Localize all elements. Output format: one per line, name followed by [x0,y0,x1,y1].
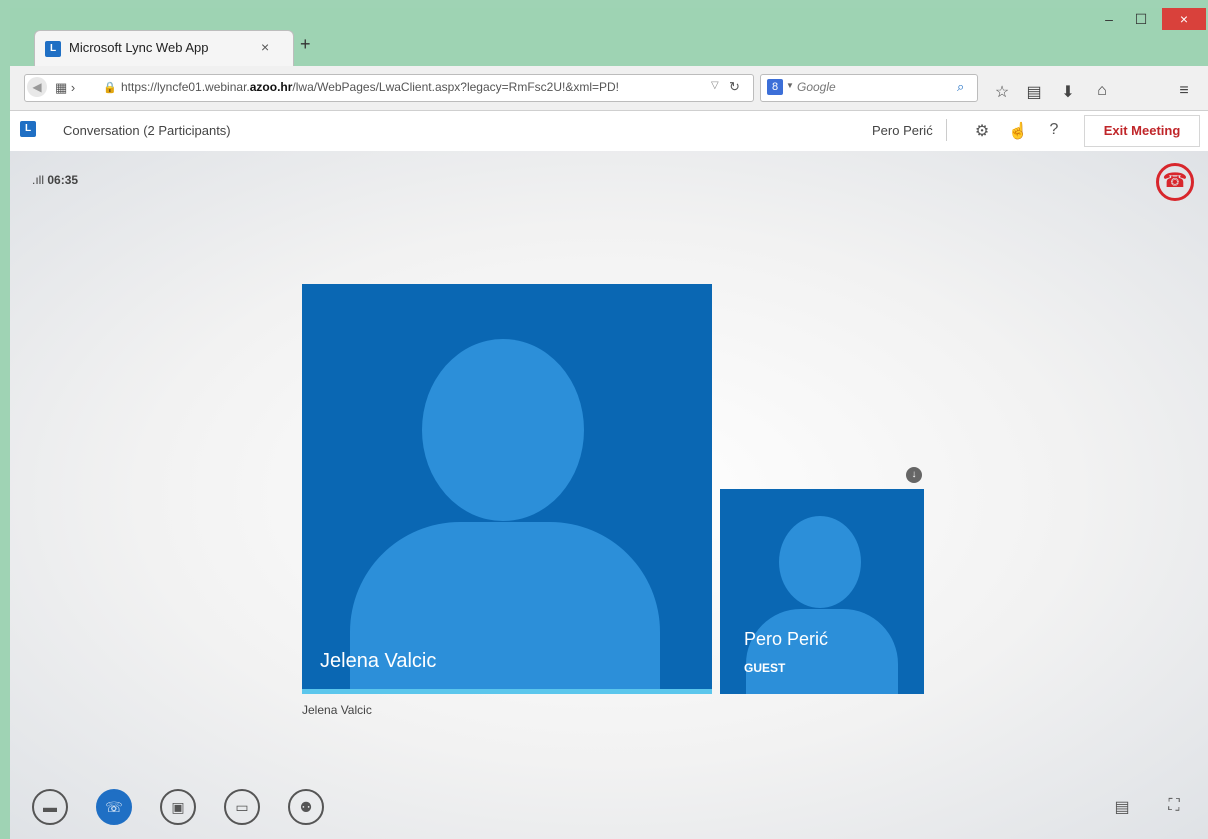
call-timer: 06:35 [47,173,79,187]
header-divider [946,119,947,141]
pin-down-icon[interactable]: ↓ [906,467,922,483]
window-close-button[interactable]: × [1162,8,1206,30]
menu-icon[interactable]: ≡ [1172,82,1196,100]
user-name[interactable]: Pero Perić [872,123,933,138]
present-button[interactable]: ▭ [224,789,260,825]
participant-tile-self[interactable]: Pero Perić GUEST [720,489,924,694]
im-button[interactable]: ▬ [32,789,68,825]
download-icon[interactable]: ⬇ [1056,82,1080,102]
new-tab-button[interactable]: + [300,34,311,55]
participants-button[interactable]: ⚉ [288,789,324,825]
tab-title: Microsoft Lync Web App [69,40,209,55]
participant-tile-main[interactable]: Jelena Valcic [302,284,712,694]
participant-role: GUEST [744,661,786,675]
lync-favicon-icon: L [45,41,61,57]
audio-mute-button[interactable]: ☏ [96,789,132,825]
exit-meeting-button[interactable]: Exit Meeting [1084,115,1200,147]
participant-name: Pero Perić [744,629,829,649]
app-header: L Conversation (2 Participants) Pero Per… [10,111,1208,151]
engine-dropdown-icon[interactable]: ▼ [786,81,794,90]
search-box[interactable]: 8 ▼ Google ⌕ [760,74,978,102]
meeting-stage: .ıll 06:35 ☎ Jelena Valcic Jelena Valcic… [10,151,1208,839]
url-dropdown-icon[interactable]: ▽ [711,80,719,91]
avatar-head [422,339,584,521]
site-identity-icon[interactable]: ▦ › [55,80,75,96]
reading-list-icon[interactable]: ▤ [1022,82,1046,102]
search-placeholder: Google [797,80,836,94]
back-arrow-icon[interactable]: ◀ [27,77,47,97]
participant-name: Jelena Valcic [320,650,437,672]
active-speaker-caption: Jelena Valcic [302,703,372,717]
window-maximize-button[interactable]: ☐ [1128,8,1154,30]
lync-logo-icon: L [20,121,36,137]
video-button[interactable]: ▣ [160,789,196,825]
google-engine-icon[interactable]: 8 [767,79,783,95]
phone-hangup-icon[interactable]: ☎ [1156,163,1194,201]
url-text[interactable]: https://lyncfe01.webinar.azoo.hr/lwa/Web… [121,80,619,94]
url-bar[interactable]: ◀ ▦ › 🔒 https://lyncfe01.webinar.azoo.hr… [24,74,754,102]
fullscreen-icon[interactable]: ⛶ [1162,797,1186,815]
browser-window: L Microsoft Lync Web App × + – ☐ × ◀ ▦ ›… [10,8,1208,839]
call-status: .ıll 06:35 [32,173,78,187]
layout-icon[interactable]: ▤ [1110,797,1134,817]
browser-tab[interactable]: L Microsoft Lync Web App × [34,30,294,67]
reload-icon[interactable]: ↻ [729,79,740,95]
tab-close-icon[interactable]: × [261,39,269,55]
conversation-title: Conversation (2 Participants) [63,123,231,138]
bookmark-star-icon[interactable]: ☆ [990,82,1014,102]
avatar-head [779,516,861,608]
window-minimize-button[interactable]: – [1096,8,1122,30]
search-icon[interactable]: ⌕ [957,79,964,95]
touch-mode-icon[interactable]: ☝ [1007,121,1029,141]
home-icon[interactable]: ⌂ [1090,82,1114,100]
lock-icon: 🔒 [103,82,117,94]
navigation-bar: ◀ ▦ › 🔒 https://lyncfe01.webinar.azoo.hr… [10,66,1208,111]
gear-icon[interactable]: ⚙ [971,121,993,141]
title-bar: L Microsoft Lync Web App × + – ☐ × [10,8,1208,67]
active-speaker-bar [302,689,712,694]
signal-strength-icon: .ıll [32,173,44,187]
avatar-body [746,609,898,694]
help-icon[interactable]: ? [1043,121,1065,139]
